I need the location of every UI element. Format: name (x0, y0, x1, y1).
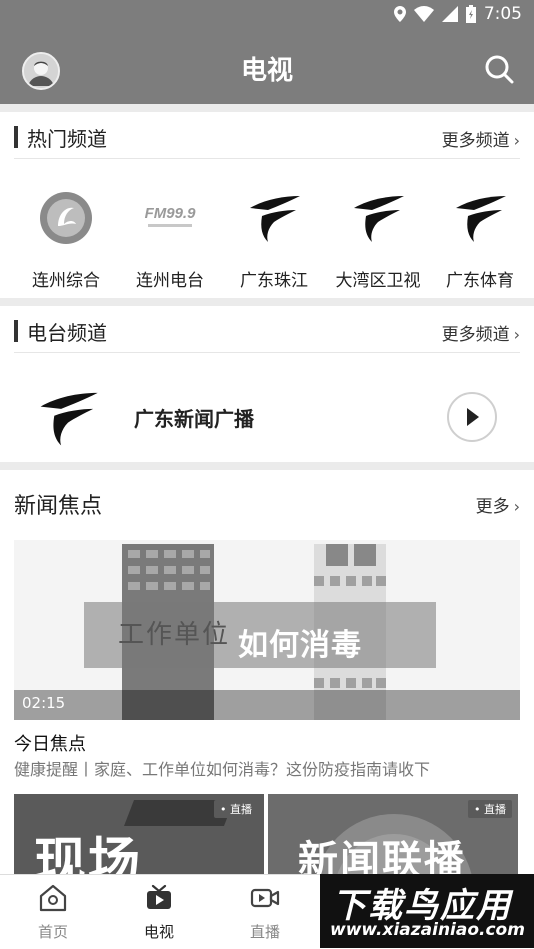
gdtv-logo-icon (250, 196, 300, 242)
channel-name: 连州电台 (136, 271, 204, 291)
chevron-right-icon: › (513, 497, 520, 516)
live-thumbnail-2[interactable]: • 直播 新闻联播 (268, 794, 518, 874)
live-thumbnail-text: 现场 (34, 833, 143, 874)
hot-channels-header: 热门频道 更多频道 › (14, 118, 520, 159)
overlay-text-1: 工作单位 (118, 620, 231, 650)
app-bar: 电视 (0, 28, 534, 104)
overlay-text-2: 如何消毒 (238, 628, 362, 663)
radio-channel-name: 广东新闻广播 (134, 407, 254, 431)
hot-channels-section: 热门频道 更多频道 › 连州综合 FM99.9 连州电台 广东珠江 大湾区卫视 … (0, 112, 534, 298)
radio-channels-title: 电台频道 (27, 321, 107, 345)
channel-name: 广东珠江 (240, 271, 308, 291)
more-label: 更多 (475, 497, 510, 517)
tab-home[interactable]: 首页 (0, 875, 106, 949)
featured-subtitle: 健康提醒丨家庭、工作单位如何消毒？这份防疫指南请收下 (14, 760, 431, 779)
channel-lianzhou-radio[interactable]: FM99.9 连州电台 (118, 178, 222, 298)
section-marker (14, 320, 18, 342)
video-duration: 02:15 (22, 694, 66, 712)
more-label: 更多频道 (441, 325, 510, 345)
news-section: 新闻焦点 更多 › 工作单位 如何消毒 02:15 今日焦点 健康提醒丨家庭、工… (0, 470, 534, 874)
chevron-right-icon: › (513, 325, 520, 344)
tab-tv[interactable]: 电视 (106, 875, 212, 949)
gdtv-logo-icon (354, 196, 404, 242)
section-marker (14, 126, 18, 148)
live-badge: • 直播 (468, 800, 512, 818)
news-title: 新闻焦点 (14, 494, 103, 519)
gdtv-logo-icon (40, 392, 98, 446)
status-icons: 7:05 (393, 4, 522, 24)
radio-channels-section: 电台频道 更多频道 › 广东新闻广播 (0, 306, 534, 462)
battery-icon (465, 5, 476, 23)
gdtv-logo-icon (456, 196, 506, 242)
status-time: 7:05 (483, 4, 522, 24)
video-caption-overlay: 工作单位 如何消毒 (84, 602, 436, 668)
radio-channel-item[interactable]: 广东新闻广播 (0, 366, 534, 466)
channel-lianzhou-general[interactable]: 连州综合 (14, 178, 118, 298)
featured-video[interactable]: 工作单位 如何消毒 02:15 (14, 540, 520, 720)
video-icon (250, 888, 280, 908)
channel-greater-bay-area[interactable]: 大湾区卫视 (326, 178, 430, 298)
play-button[interactable] (447, 392, 497, 442)
featured-title[interactable]: 今日焦点 (14, 730, 86, 756)
channel-name: 大湾区卫视 (335, 271, 421, 291)
location-icon (393, 6, 406, 22)
lianzhou-tv-logo-icon (40, 192, 92, 244)
watermark-line-2: www.xiazainiao.com (330, 920, 525, 940)
radio-channels-more-link[interactable]: 更多频道 › (442, 320, 520, 345)
home-icon (39, 884, 67, 912)
hot-channels-more-link[interactable]: 更多频道 › (442, 126, 520, 151)
watermark-logo: 下载鸟应用 www.xiazainiao.com (320, 874, 534, 948)
wifi-icon (413, 6, 434, 22)
tab-label: 首页 (37, 923, 68, 941)
fm-logo-text: FM99.9 (145, 205, 197, 222)
channel-name: 广东体育 (446, 271, 514, 291)
chevron-right-icon: › (513, 131, 520, 150)
signal-icon (441, 6, 458, 22)
more-label: 更多频道 (441, 131, 510, 151)
tab-live[interactable]: 直播 (212, 875, 318, 949)
search-icon[interactable] (484, 54, 514, 84)
channel-guangdong-zhujiang[interactable]: 广东珠江 (222, 178, 326, 298)
page-title: 电视 (240, 56, 293, 86)
channel-guangdong-sports[interactable]: 广东体育 (428, 178, 532, 298)
live-badge: • 直播 (214, 800, 258, 818)
hot-channels-title: 热门频道 (27, 127, 107, 151)
live-thumbnail-text: 新闻联播 (298, 838, 466, 874)
play-icon (467, 408, 479, 426)
tv-icon (147, 884, 171, 909)
channel-name: 连州综合 (32, 271, 100, 291)
fm99-logo-icon: FM99.9 (145, 205, 197, 227)
radio-channels-header: 电台频道 更多频道 › (14, 312, 520, 353)
tab-label: 直播 (249, 923, 280, 941)
tab-label: 电视 (143, 923, 174, 941)
hot-channels-list: 连州综合 FM99.9 连州电台 广东珠江 大湾区卫视 广东体育 (0, 178, 534, 308)
news-more-link[interactable]: 更多 › (476, 492, 520, 517)
news-header: 新闻焦点 更多 › (14, 488, 520, 524)
live-thumbnail-1[interactable]: • 直播 现场 (14, 794, 264, 874)
status-bar: 7:05 (0, 0, 534, 28)
